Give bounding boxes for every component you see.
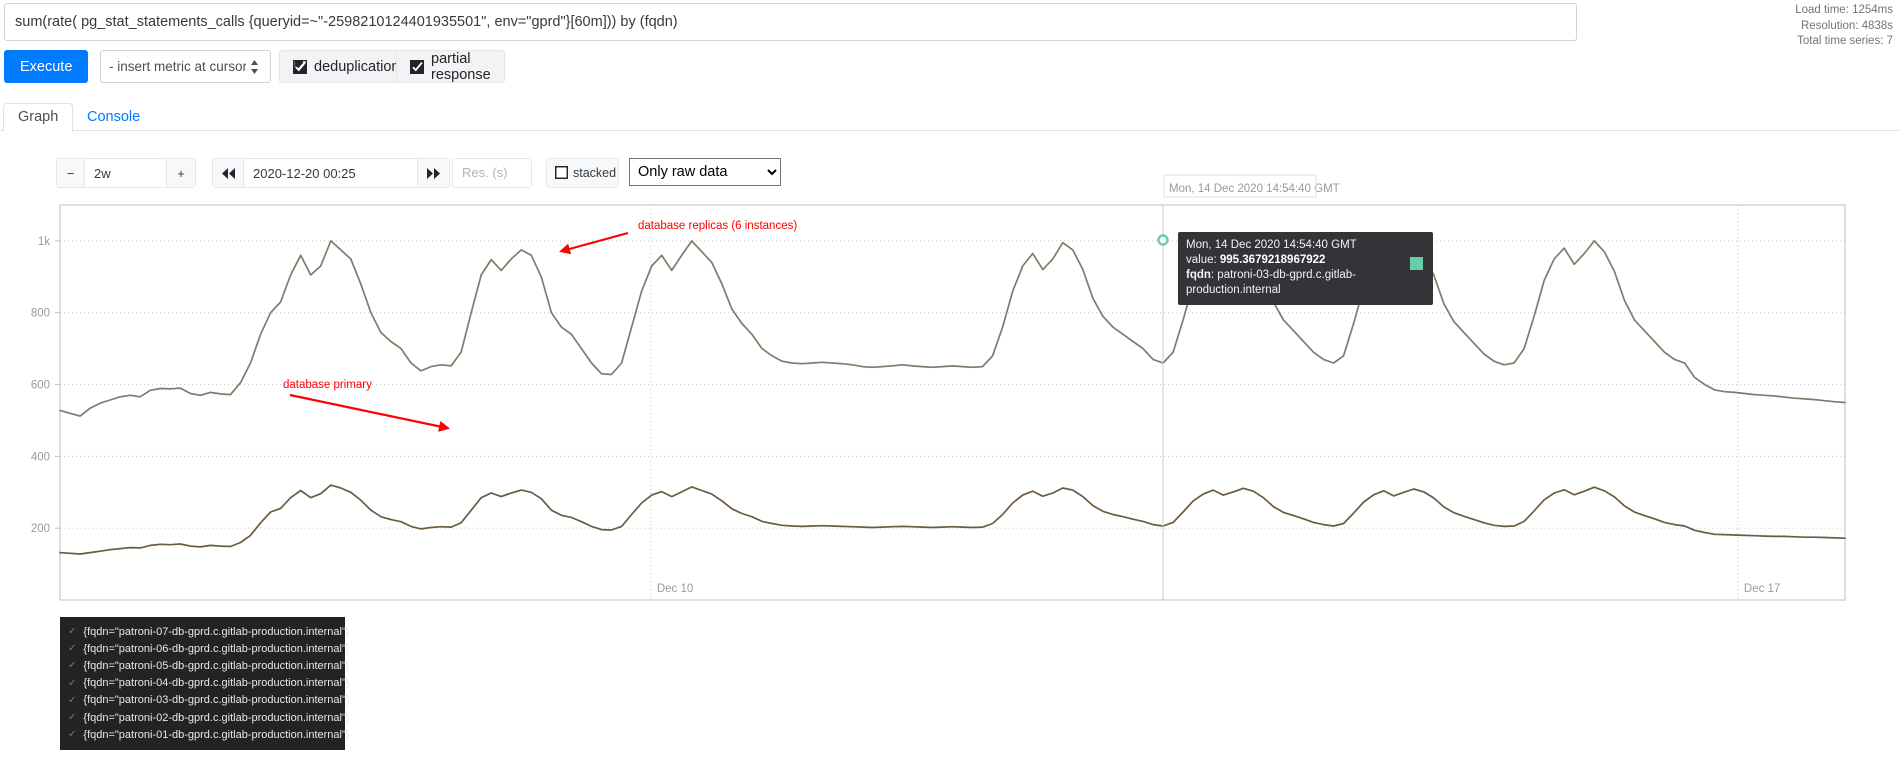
tab-graph[interactable]: Graph (3, 103, 73, 132)
legend-check-icon: ✓ (68, 678, 76, 689)
legend-label: {fqdn="patroni-04-db-gprd.c.gitlab-produ… (83, 677, 349, 689)
legend-item[interactable]: ✓{fqdn="patroni-02-db-gprd.c.gitlab-prod… (64, 709, 341, 726)
legend-label: {fqdn="patroni-06-db-gprd.c.gitlab-produ… (83, 643, 349, 655)
x-tick-label: Dec 10 (657, 583, 693, 595)
tooltip-time: Mon, 14 Dec 2020 14:54:40 GMT (1186, 238, 1425, 253)
y-tick-label: 1k (38, 236, 50, 248)
tooltip-value-key: value: (1186, 254, 1217, 266)
stats-panel: Load time: 1254ms Resolution: 4838s Tota… (1795, 3, 1893, 50)
legend-check-icon: ✓ (68, 643, 76, 654)
checkbox-checked-icon (410, 60, 424, 74)
partial-response-label: partial response (431, 51, 491, 83)
legend-check-icon: ✓ (68, 729, 76, 740)
tab-bar: Graph Console (0, 103, 1899, 131)
legend-label: {fqdn="patroni-03-db-gprd.c.gitlab-produ… (83, 694, 349, 706)
y-tick-label: 600 (31, 380, 50, 392)
checkbox-checked-icon (293, 60, 307, 74)
legend-item[interactable]: ✓{fqdn="patroni-05-db-gprd.c.gitlab-prod… (64, 657, 341, 674)
query-input[interactable] (4, 3, 1577, 41)
total-time-series: Total time series: 7 (1795, 34, 1893, 50)
hover-point-marker[interactable] (1159, 236, 1168, 245)
legend-check-icon: ✓ (68, 695, 76, 706)
cursor-time-label: Mon, 14 Dec 2020 14:54:40 GMT (1169, 183, 1340, 195)
graph-canvas[interactable]: 1k 800 600 400 200 Dec 10 Dec 17 Mon, 14 Dec 20… (0, 170, 1899, 620)
y-tick-label: 400 (31, 451, 50, 463)
x-tick-label: Dec 17 (1744, 583, 1780, 595)
legend-item[interactable]: ✓{fqdn="patroni-07-db-gprd.c.gitlab-prod… (64, 623, 341, 640)
deduplication-toggle[interactable]: deduplication (279, 50, 413, 83)
deduplication-label: deduplication (314, 59, 399, 75)
legend-check-icon: ✓ (68, 626, 76, 637)
tooltip-fqdn-key: fqdn (1186, 269, 1211, 281)
y-tick-label: 200 (31, 523, 50, 535)
legend-item[interactable]: ✓{fqdn="patroni-06-db-gprd.c.gitlab-prod… (64, 640, 341, 657)
chart-legend: ✓{fqdn="patroni-07-db-gprd.c.gitlab-prod… (60, 617, 345, 750)
tooltip-value-row: value: 995.3679218967922 (1186, 253, 1425, 268)
legend-label: {fqdn="patroni-05-db-gprd.c.gitlab-produ… (83, 660, 349, 672)
legend-item[interactable]: ✓{fqdn="patroni-04-db-gprd.c.gitlab-prod… (64, 675, 341, 692)
hover-tooltip: Mon, 14 Dec 2020 14:54:40 GMT value: 995… (1178, 232, 1433, 305)
tooltip-series-swatch (1410, 257, 1423, 270)
partial-response-toggle[interactable]: partial response (396, 50, 505, 83)
legend-label: {fqdn="patroni-07-db-gprd.c.gitlab-produ… (83, 626, 349, 638)
chart-svg: 1k 800 600 400 200 Dec 10 Dec 17 Mon, 14 Dec 20… (0, 170, 1899, 620)
annotation-label: database primary (283, 379, 372, 391)
legend-item[interactable]: ✓{fqdn="patroni-03-db-gprd.c.gitlab-prod… (64, 692, 341, 709)
tab-console[interactable]: Console (72, 103, 155, 132)
legend-label: {fqdn="patroni-01-db-gprd.c.gitlab-produ… (83, 729, 349, 741)
legend-check-icon: ✓ (68, 660, 76, 671)
execute-button[interactable]: Execute (4, 50, 88, 83)
y-tick-label: 800 (31, 308, 50, 320)
legend-item[interactable]: ✓{fqdn="patroni-01-db-gprd.c.gitlab-prod… (64, 726, 341, 743)
load-time: Load time: 1254ms (1795, 3, 1893, 19)
insert-metric-select[interactable]: - insert metric at cursor - (100, 50, 271, 83)
annotation-label: database replicas (6 instances) (638, 220, 797, 232)
legend-check-icon: ✓ (68, 712, 76, 723)
tooltip-value: 995.3679218967922 (1220, 254, 1326, 266)
legend-label: {fqdn="patroni-02-db-gprd.c.gitlab-produ… (83, 712, 349, 724)
tooltip-fqdn-row: fqdn: patroni-03-db-gprd.c.gitlab-produc… (1186, 268, 1425, 298)
resolution: Resolution: 4838s (1795, 19, 1893, 35)
